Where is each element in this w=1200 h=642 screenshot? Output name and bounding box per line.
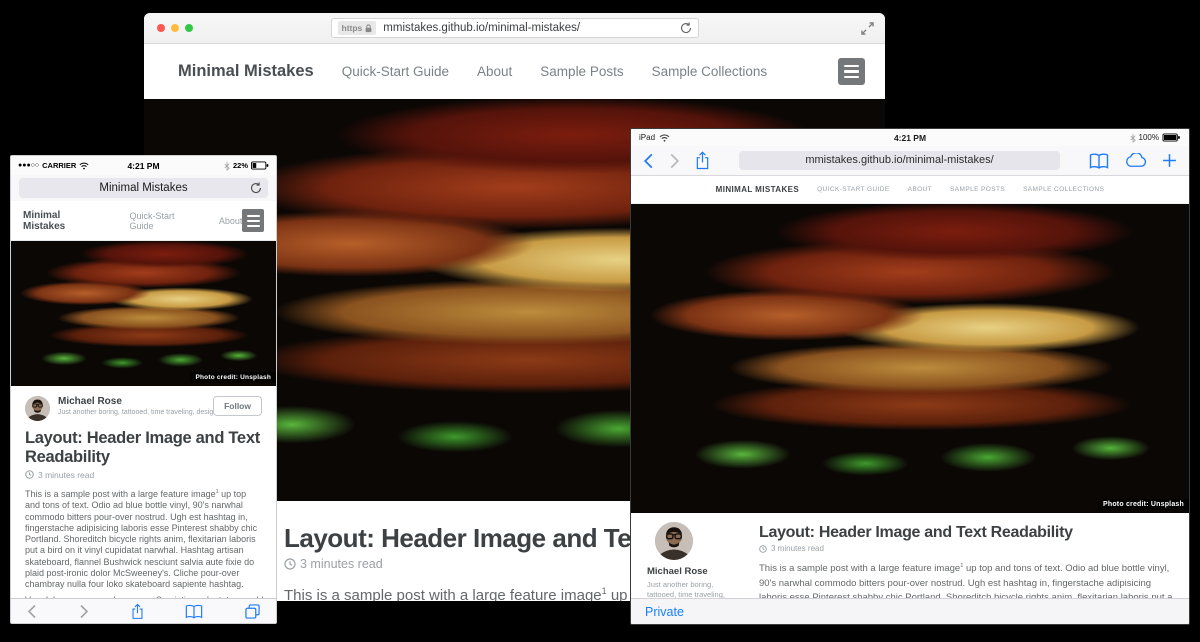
private-browsing-bar: Private [631,598,1189,624]
zoom-window-button[interactable] [185,24,193,32]
nav-link-quick-start-guide[interactable]: Quick-Start Guide [342,64,449,79]
ipad-status-bar: iPad 4:21 PM 100% [631,129,1189,146]
battery-icon [251,161,269,170]
address-bar[interactable]: https mmistakes.github.io/minimal-mistak… [331,18,699,38]
nav-link-quick-start-guide[interactable]: Quick-Start Guide [129,211,196,231]
site-masthead: Minimal Mistakes Quick-Start Guide About… [144,44,885,99]
site-brand-link[interactable]: Minimal Mistakes [178,62,314,81]
site-masthead-tablet: Minimal Mistakes Quick-Start Guide About… [631,176,1189,204]
reload-icon[interactable] [250,182,262,194]
battery-percent: 22% [233,161,248,170]
bluetooth-icon [224,161,230,171]
post-meta: 3 minutes read [759,544,1173,553]
post-content-mobile: Michael Rose Just another boring, tattoo… [11,386,276,610]
bookmarks-icon[interactable] [1089,153,1109,169]
back-icon[interactable] [27,604,37,619]
icloud-tabs-icon[interactable] [1124,153,1147,168]
clock-icon [759,545,767,553]
post-title: Layout: Header Image and Text Readabilit… [759,524,1173,542]
nav-link-sample-collections[interactable]: Sample Collections [1023,186,1104,193]
hamburger-menu-icon[interactable] [242,209,264,232]
clock-icon [25,470,34,479]
post-title: Layout: Header Image and Text Readabilit… [25,429,262,467]
share-icon[interactable] [695,151,710,170]
follow-button[interactable]: Follow [213,396,262,416]
clock-icon [284,558,296,570]
forward-icon[interactable] [669,153,680,169]
forward-icon[interactable] [79,604,89,619]
battery-icon [1162,133,1181,142]
browser-chrome: https mmistakes.github.io/minimal-mistak… [144,13,885,44]
site-brand-link[interactable]: Minimal Mistakes [23,210,100,232]
tabs-icon[interactable] [245,604,260,619]
fullscreen-icon[interactable] [861,22,874,35]
photo-credit-overlay: Photo credit: Unsplash [190,372,276,383]
hamburger-menu-icon[interactable] [838,58,865,85]
back-icon[interactable] [643,153,654,169]
ipad-safari: iPad 4:21 PM 100% mmist [630,128,1190,625]
nav-link-about[interactable]: About [477,64,512,79]
ipad-address-bar[interactable]: mmistakes.github.io/minimal-mistakes/ [739,151,1060,170]
site-brand-link[interactable]: Minimal Mistakes [716,185,799,194]
iphone-address-bar[interactable]: Minimal Mistakes [19,178,268,198]
post-content-tablet: Michael Rose Just another boring, tattoo… [631,513,1189,611]
author-avatar [25,396,50,421]
post-hero-image: Photo credit: Unsplash [11,241,276,386]
nav-link-sample-posts[interactable]: Sample Posts [950,186,1005,193]
author-row: Michael Rose Just another boring, tattoo… [25,396,262,421]
reload-icon[interactable] [680,22,692,34]
lock-icon [365,24,372,33]
post-paragraph: This is a sample post with a large featu… [25,487,262,591]
author-name: Michael Rose [58,396,213,407]
post-hero-image: Photo credit: Unsplash [631,204,1189,513]
author-avatar [655,522,693,560]
minimize-window-button[interactable] [171,24,179,32]
share-icon[interactable] [131,603,144,620]
private-button[interactable]: Private [645,605,684,619]
https-label: https [342,23,363,33]
safari-toolbar: mmistakes.github.io/minimal-mistakes/ [631,146,1189,176]
close-window-button[interactable] [157,24,165,32]
iphone-status-bar: ●●●○○ CARRIER 4:21 PM 22% [11,156,276,175]
author-name: Michael Rose [647,566,743,577]
author-bio: Just another boring, tattooed, time trav… [58,409,213,416]
photo-credit-overlay: Photo credit: Unsplash [1098,499,1189,510]
nav-link-about[interactable]: About [908,186,932,193]
url-text: mmistakes.github.io/minimal-mistakes/ [383,22,679,34]
bookmarks-icon[interactable] [185,604,203,619]
iphone-url-title: Minimal Mistakes [99,182,187,194]
iphone-safari: ●●●○○ CARRIER 4:21 PM 22% Minimal Mistak… [10,155,277,624]
site-masthead-mobile: Minimal Mistakes Quick-Start Guide About [11,201,276,241]
read-time: 3 minutes read [300,557,383,571]
battery-percent: 100% [1139,133,1159,142]
status-time: 4:21 PM [631,133,1189,143]
post-meta: 3 minutes read [25,470,262,480]
iphone-url-row: Minimal Mistakes [11,175,276,201]
window-controls [157,24,193,32]
nav-link-sample-posts[interactable]: Sample Posts [540,64,623,79]
read-time: 3 minutes read [771,544,824,553]
read-time: 3 minutes read [38,470,94,480]
new-tab-icon[interactable] [1162,153,1177,168]
nav-link-about[interactable]: About [219,216,243,226]
bluetooth-icon [1130,133,1136,143]
nav-link-sample-collections[interactable]: Sample Collections [652,64,768,79]
https-badge: https [338,21,377,35]
nav-link-quick-start-guide[interactable]: Quick-Start Guide [817,186,890,193]
safari-bottom-toolbar [11,598,276,623]
